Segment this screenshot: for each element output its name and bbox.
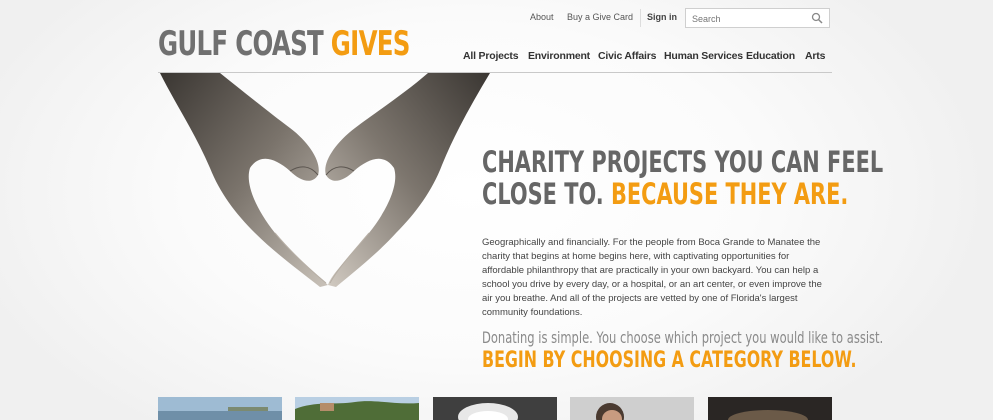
nav-civic-affairs[interactable]: Civic Affairs xyxy=(598,50,656,62)
category-thumbnail-3[interactable] xyxy=(433,397,557,420)
logo-text-gulf-coast: GULF COAST xyxy=(158,24,331,64)
heart-hands-image xyxy=(160,73,490,287)
nav-arts[interactable]: Arts xyxy=(805,50,825,62)
thumbnail-image-4 xyxy=(570,397,694,420)
headline-line-2-text: CLOSE TO. xyxy=(482,177,611,211)
headline-line-1: CHARITY PROJECTS YOU CAN FEEL xyxy=(482,145,884,179)
nav-education[interactable]: Education xyxy=(746,50,795,62)
category-thumbnail-1[interactable] xyxy=(158,397,282,420)
headline-accent: BECAUSE THEY ARE. xyxy=(610,177,849,211)
category-thumbnail-5[interactable] xyxy=(708,397,832,420)
hero-body-text: Geographically and financially. For the … xyxy=(482,237,822,318)
search-box[interactable] xyxy=(685,8,830,28)
nav-all-projects[interactable]: All Projects xyxy=(463,50,519,62)
thumbnail-image-2 xyxy=(295,397,419,420)
buy-give-card-link[interactable]: Buy a Give Card xyxy=(567,12,633,22)
hero-subline: Donating is simple. You choose which pro… xyxy=(482,328,884,347)
hero-headline: CHARITY PROJECTS YOU CAN FEEL CLOSE TO. … xyxy=(482,146,883,210)
nav-human-services[interactable]: Human Services xyxy=(664,50,743,62)
category-cta: BEGIN BY CHOOSING A CATEGORY BELOW. xyxy=(482,348,857,373)
category-thumbnail-4[interactable] xyxy=(570,397,694,420)
logo-text-gives: GIVES xyxy=(330,24,411,64)
nav-environment[interactable]: Environment xyxy=(528,50,590,62)
thumbnail-image-3 xyxy=(433,397,557,420)
about-link[interactable]: About xyxy=(530,12,554,22)
search-icon[interactable] xyxy=(811,12,823,24)
thumbnail-image-5 xyxy=(708,397,832,420)
sign-in-link[interactable]: Sign in xyxy=(647,12,677,22)
headline-line-2: CLOSE TO. BECAUSE THEY ARE. xyxy=(482,178,883,210)
thumbnail-image-1 xyxy=(158,397,282,420)
utility-divider xyxy=(640,9,641,27)
site-logo[interactable]: GULF COAST GIVES xyxy=(158,24,410,64)
search-input[interactable] xyxy=(692,12,802,25)
category-thumbnail-2[interactable] xyxy=(295,397,419,420)
